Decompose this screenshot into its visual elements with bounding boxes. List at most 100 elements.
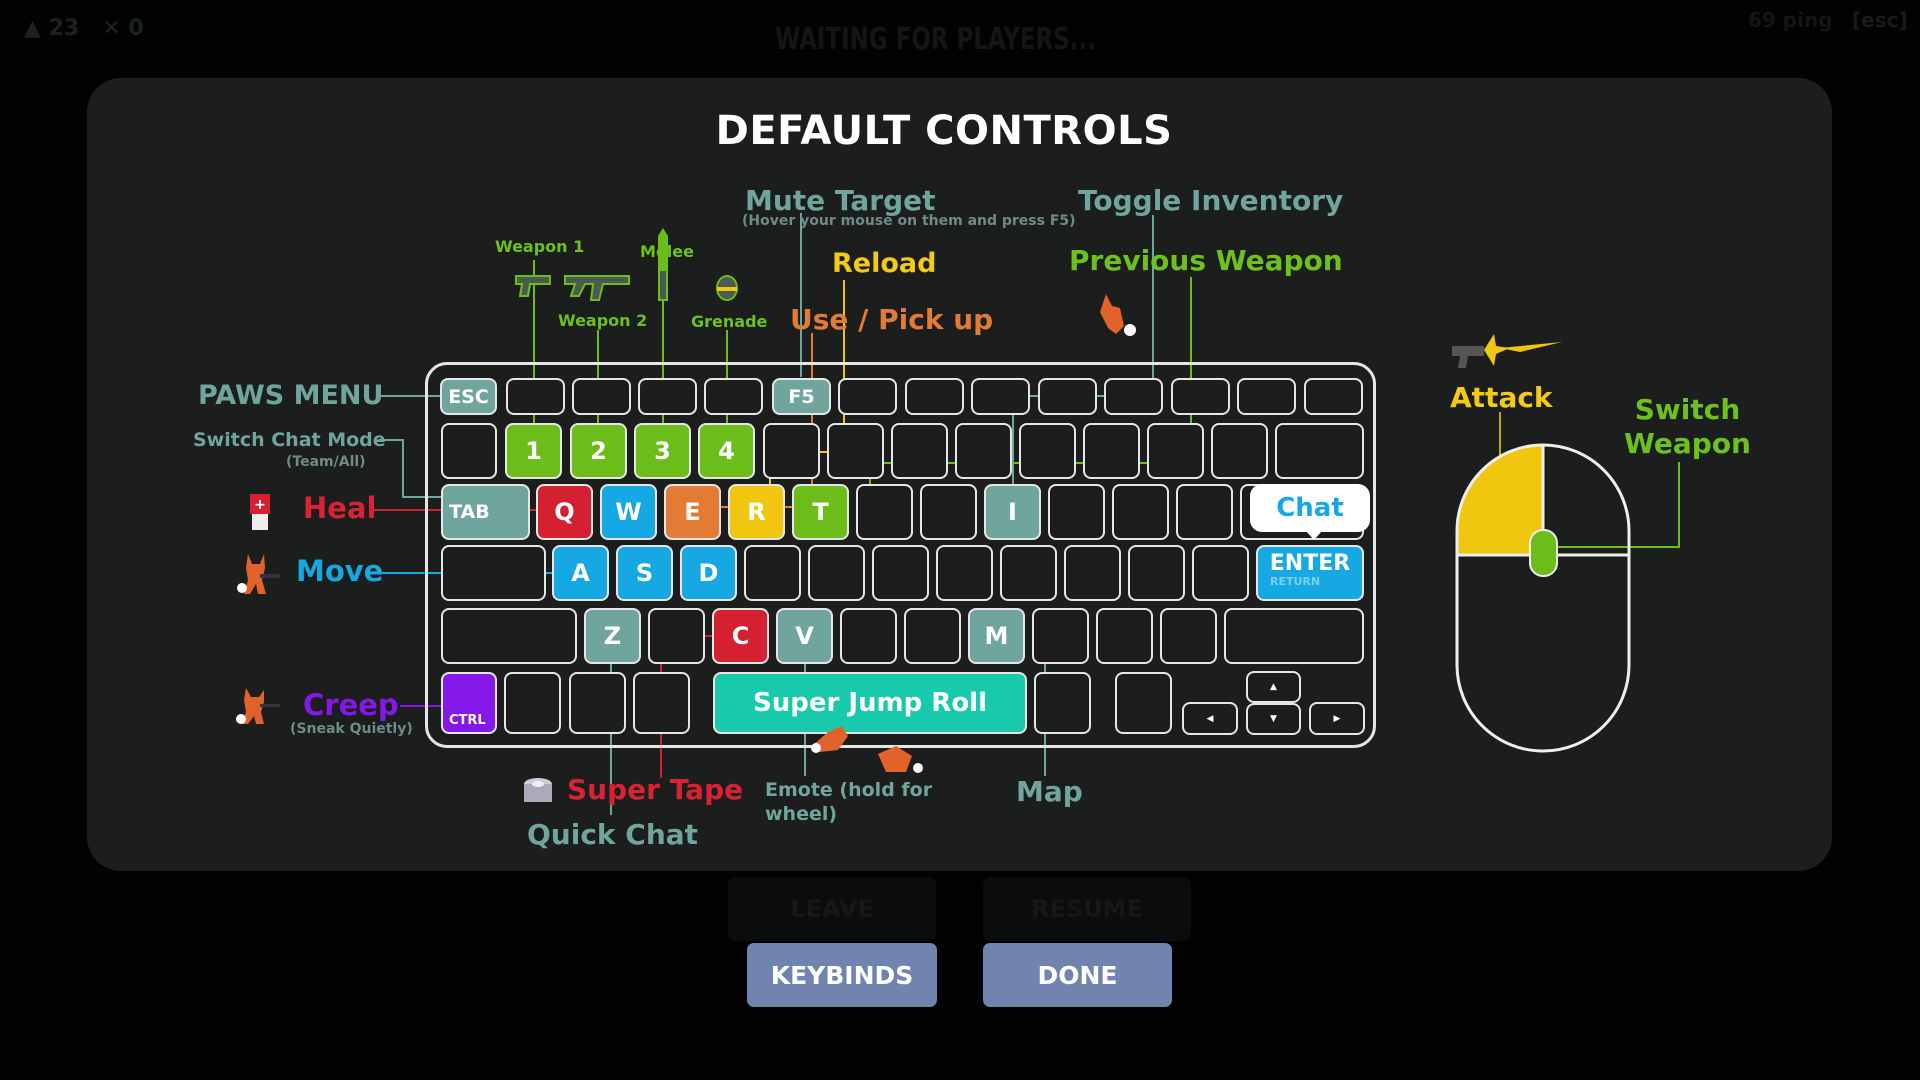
key-i: I: [984, 484, 1041, 540]
key-blank: [572, 378, 631, 415]
key-blank: [905, 378, 964, 415]
key-blank: [827, 423, 884, 479]
key-left: ◀: [1182, 702, 1238, 735]
key-blank: [763, 423, 820, 479]
key-blank: [1019, 423, 1076, 479]
key-ctrl: CTRL: [441, 672, 497, 734]
key-blank: [1038, 378, 1097, 415]
label-move: Move: [296, 554, 384, 588]
key-blank: [904, 608, 961, 664]
key-blank: [506, 378, 565, 415]
grenade-icon: [714, 270, 740, 302]
fox-roll-icon-1: [808, 722, 864, 756]
key-w: W: [600, 484, 657, 540]
label-grenade: Grenade: [691, 312, 768, 331]
key-blank: [744, 545, 801, 601]
key-blank: [1128, 545, 1185, 601]
label-creep: Creep: [303, 688, 399, 722]
label-map: Map: [1016, 775, 1083, 808]
key-blank: [1176, 484, 1233, 540]
label-toggle-inventory: Toggle Inventory: [1078, 184, 1344, 217]
key-tab: TAB: [441, 484, 530, 540]
key-blank: [955, 423, 1012, 479]
label-switch-chat-mode: Switch Chat Mode: [193, 429, 386, 451]
fox-move-icon: [234, 550, 284, 598]
pistol-icon: [514, 272, 554, 300]
svg-text:+: +: [254, 497, 266, 513]
key-enter: ENTER RETURN: [1256, 545, 1364, 601]
label-mute-target-sub: (Hover your mouse on them and press F5): [742, 213, 1076, 229]
done-button[interactable]: DONE: [983, 943, 1172, 1007]
mouse-scroll-wheel: [1529, 529, 1558, 577]
key-blank: [441, 423, 497, 479]
rifle-icon: [563, 270, 633, 306]
super-tape-icon: [522, 776, 554, 808]
key-blank: [838, 378, 897, 415]
label-paws-menu: PAWS MENU: [198, 380, 384, 411]
key-blank: [1083, 423, 1140, 479]
key-blank: [1096, 608, 1153, 664]
key-blank: [1147, 423, 1204, 479]
key-blank: [633, 672, 690, 734]
key-f5: F5: [772, 378, 831, 415]
key-blank: [1048, 484, 1105, 540]
key-blank: [856, 484, 913, 540]
fox-dash-icon: [1094, 292, 1146, 340]
label-super-tape: Super Tape: [567, 773, 744, 806]
key-blank: [971, 378, 1030, 415]
key-d: D: [680, 545, 737, 601]
key-k4: 4: [698, 423, 755, 479]
key-blank: [648, 608, 705, 664]
key-blank: [808, 545, 865, 601]
key-blank: [1104, 378, 1163, 415]
key-blank: [1304, 378, 1363, 415]
key-v: V: [776, 608, 833, 664]
key-enter-label: ENTER: [1269, 551, 1351, 576]
key-s: S: [616, 545, 673, 601]
label-switch-weapon-line2: Weapon: [1624, 427, 1751, 460]
chat-bubble: Chat: [1250, 484, 1370, 540]
key-m: M: [968, 608, 1025, 664]
key-blank: [920, 484, 977, 540]
key-blank: [1112, 484, 1169, 540]
key-blank: [1034, 672, 1091, 734]
label-heal: Heal: [303, 491, 377, 525]
key-blank: [891, 423, 948, 479]
key-blank: [504, 672, 561, 734]
label-reload: Reload: [832, 248, 937, 279]
key-blank: [872, 545, 929, 601]
key-esc: ESC: [440, 378, 497, 415]
key-blank: [1171, 378, 1230, 415]
label-emote-line1: Emote (hold for: [765, 779, 933, 801]
label-quick-chat: Quick Chat: [527, 818, 699, 851]
gun-flash-icon: [1450, 328, 1565, 372]
key-k1: 1: [505, 423, 562, 479]
key-blank: [1275, 423, 1364, 479]
key-a: A: [552, 545, 609, 601]
key-blank: [1064, 545, 1121, 601]
key-blank: [1237, 378, 1296, 415]
key-q: Q: [536, 484, 593, 540]
fox-roll-icon-2: [872, 742, 928, 778]
key-blank: [1115, 672, 1172, 734]
key-e: E: [664, 484, 721, 540]
keybinds-button[interactable]: KEYBINDS: [747, 943, 937, 1007]
key-return-label: RETURN: [1270, 575, 1321, 588]
label-switch-weapon: Switch Weapon: [1624, 393, 1751, 461]
key-t: T: [792, 484, 849, 540]
key-blank: [1192, 545, 1249, 601]
key-space: Super Jump Roll: [713, 672, 1027, 734]
key-blank: [936, 545, 993, 601]
knife-icon: [656, 226, 670, 306]
key-k3: 3: [634, 423, 691, 479]
key-r: R: [728, 484, 785, 540]
key-blank: [441, 608, 577, 664]
key-k2: 2: [570, 423, 627, 479]
label-emote-line2: wheel): [765, 803, 838, 825]
key-up: ▲: [1246, 671, 1301, 703]
heal-cup-icon: +: [249, 494, 271, 530]
label-weapon1: Weapon 1: [495, 237, 585, 256]
key-right: ▶: [1309, 702, 1365, 735]
key-blank: [1032, 608, 1089, 664]
key-blank: [638, 378, 697, 415]
